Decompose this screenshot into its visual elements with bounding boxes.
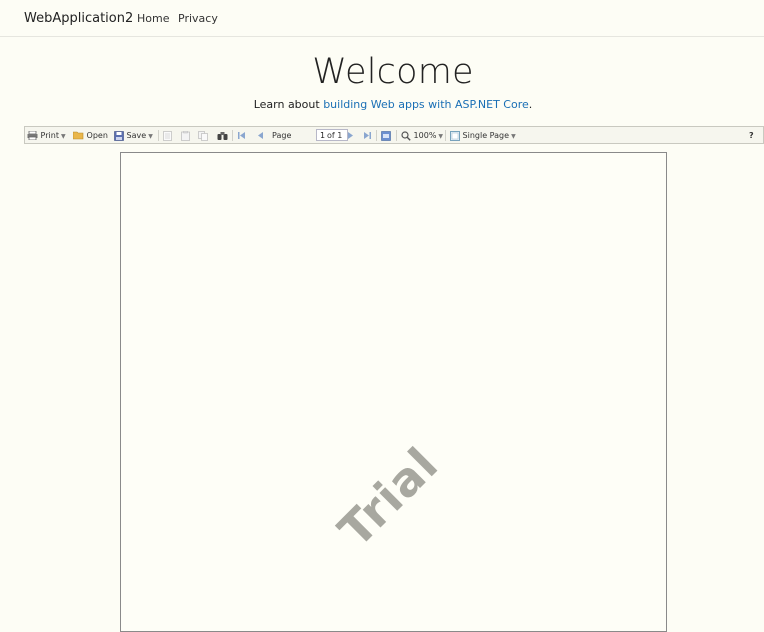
- toolbar-separator: [376, 130, 377, 141]
- pages-icon: [198, 130, 208, 141]
- zoom-dropdown[interactable]: 100% ▼: [401, 130, 443, 142]
- copy-button[interactable]: [181, 130, 190, 142]
- chevron-down-icon: ▼: [438, 133, 444, 140]
- export-document-button[interactable]: [163, 130, 172, 142]
- find-button[interactable]: [217, 130, 228, 142]
- view-mode-label: Single Page: [462, 131, 510, 140]
- last-page-button[interactable]: [363, 130, 372, 142]
- folder-icon: [72, 131, 84, 140]
- chevron-down-icon: ▼: [511, 133, 516, 140]
- report-page: [120, 152, 667, 632]
- full-screen-icon: [381, 130, 391, 141]
- aspnet-docs-link[interactable]: building Web apps with ASP.NET Core: [323, 98, 529, 111]
- single-page-icon: [450, 130, 460, 141]
- full-screen-button[interactable]: [381, 130, 391, 142]
- next-page-button[interactable]: [346, 130, 355, 142]
- intro-suffix: .: [528, 98, 533, 111]
- open-label: Open: [86, 131, 108, 140]
- report-viewer-toolbar: Print▼ Open Save▼ Page of 1: [24, 126, 764, 144]
- next-page-icon: [348, 132, 353, 139]
- magnifier-icon: [401, 130, 411, 141]
- page-label: Page: [272, 131, 292, 140]
- page-count-label: of 1: [327, 131, 343, 140]
- floppy-disk-icon: [114, 130, 124, 141]
- save-button[interactable]: Save ▼: [114, 130, 153, 142]
- paste-button[interactable]: [198, 130, 208, 142]
- toolbar-separator: [445, 130, 446, 141]
- nav-link-home[interactable]: Home: [137, 12, 169, 25]
- toolbar-separator: [396, 130, 397, 141]
- help-button[interactable]: ?: [749, 130, 754, 142]
- toolbar-separator: [158, 130, 159, 141]
- print-button[interactable]: Print ▼: [27, 130, 66, 142]
- nav-link-privacy[interactable]: Privacy: [178, 12, 218, 25]
- last-page-icon: [364, 132, 371, 139]
- brand-link[interactable]: WebApplication2: [24, 11, 133, 26]
- navbar: WebApplication2 Home Privacy: [0, 0, 764, 37]
- chevron-down-icon: ▼: [60, 133, 66, 140]
- clipboard-icon: [181, 130, 190, 141]
- zoom-value: 100%: [413, 131, 437, 140]
- toolbar-separator: [232, 130, 233, 141]
- first-page-icon: [238, 132, 245, 139]
- previous-page-button[interactable]: [256, 130, 265, 142]
- intro-text: Learn about building Web apps with ASP.N…: [0, 98, 764, 111]
- view-mode-dropdown[interactable]: Single Page ▼: [450, 130, 516, 142]
- document-icon: [163, 130, 172, 141]
- page-title: Welcome: [312, 52, 474, 92]
- printer-icon: [27, 130, 38, 141]
- binoculars-icon: [217, 131, 228, 140]
- first-page-button[interactable]: [237, 130, 246, 142]
- print-label: Print: [40, 131, 59, 140]
- intro-prefix: Learn about: [253, 98, 324, 111]
- chevron-down-icon: ▼: [148, 133, 153, 140]
- previous-page-icon: [258, 132, 263, 139]
- open-button[interactable]: Open: [72, 130, 108, 142]
- save-label: Save: [126, 131, 147, 140]
